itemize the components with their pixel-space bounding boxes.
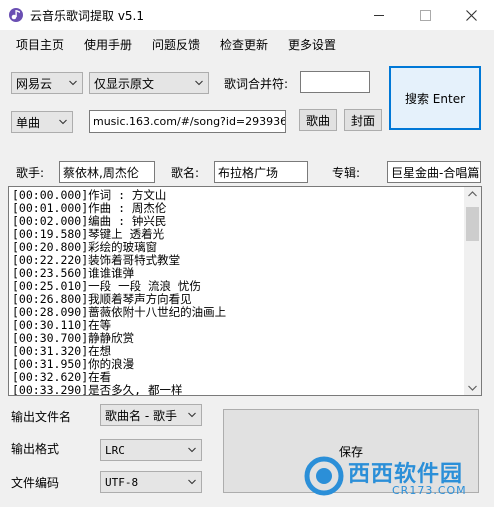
window-title: 云音乐歌词提取 v5.1 (30, 9, 145, 23)
singer-label: 歌手: (16, 166, 45, 180)
menu-item-more-settings[interactable]: 更多设置 (288, 36, 336, 53)
menu-item-homepage[interactable]: 项目主页 (16, 36, 64, 53)
file-encoding-select[interactable]: UTF-8 (100, 471, 202, 493)
album-label: 专辑: (332, 166, 361, 180)
lyrics-scrollbar[interactable] (464, 187, 481, 395)
lyric-button[interactable]: 歌曲 (299, 109, 337, 131)
album-field[interactable]: 巨星金曲-合唱篇 (387, 161, 481, 183)
song-field[interactable]: 布拉格广场 (214, 161, 308, 183)
search-button[interactable]: 搜索 Enter (389, 66, 481, 130)
singer-field[interactable]: 蔡依林,周杰伦 (59, 161, 155, 183)
output-filename-select[interactable]: 歌曲名 - 歌手 (100, 404, 202, 426)
search-type-selected: 单曲 (16, 115, 41, 130)
display-mode-select[interactable]: 仅显示原文 (89, 72, 209, 94)
menu-item-check-update[interactable]: 检查更新 (220, 36, 268, 53)
output-format-select[interactable]: LRC (100, 439, 202, 461)
merge-input[interactable] (300, 71, 370, 93)
scroll-down-icon[interactable] (468, 385, 477, 391)
chevron-down-icon (195, 80, 203, 86)
chevron-down-icon (188, 479, 196, 485)
song-label: 歌名: (171, 166, 200, 180)
close-button[interactable] (448, 0, 494, 30)
scroll-up-icon[interactable] (468, 191, 477, 197)
chevron-down-icon (69, 80, 77, 86)
file-encoding-label: 文件编码 (11, 476, 60, 490)
app-icon (9, 8, 23, 22)
chevron-down-icon (188, 412, 196, 418)
watermark: 西西软件园 CR173.COM (300, 448, 494, 507)
source-selected: 网易云 (16, 76, 53, 91)
display-mode-selected: 仅显示原文 (94, 76, 155, 91)
close-icon (465, 9, 477, 21)
scroll-thumb[interactable] (466, 207, 479, 241)
lyric-line: [00:33.290]是否多久, 都一样 (12, 383, 183, 396)
menu-item-feedback[interactable]: 问题反馈 (152, 36, 200, 53)
maximize-icon (419, 9, 431, 21)
output-filename-value: 歌曲名 - 歌手 (105, 408, 177, 423)
url-input[interactable]: music.163.com/#/song?id=29393641 (89, 110, 286, 133)
chevron-down-icon (188, 447, 196, 453)
watermark-logo-icon (304, 456, 344, 496)
menu-item-manual[interactable]: 使用手册 (84, 36, 132, 53)
minimize-icon (374, 14, 384, 16)
lyrics-textarea[interactable]: [00:00.000]作词 : 方文山 [00:01.000]作曲 : 周杰伦 [0… (8, 186, 482, 396)
source-select[interactable]: 网易云 (11, 72, 83, 94)
minimize-button[interactable] (356, 0, 402, 30)
file-encoding-value: UTF-8 (105, 475, 139, 489)
watermark-site: CR173.COM (392, 484, 467, 497)
search-type-select[interactable]: 单曲 (11, 111, 73, 133)
output-format-value: LRC (105, 443, 125, 457)
output-format-label: 输出格式 (11, 442, 60, 456)
maximize-button[interactable] (402, 0, 448, 30)
output-filename-label: 输出文件名 (11, 410, 72, 424)
merge-label: 歌词合并符: (224, 77, 289, 91)
chevron-down-icon (59, 119, 67, 125)
cover-button[interactable]: 封面 (344, 109, 382, 131)
